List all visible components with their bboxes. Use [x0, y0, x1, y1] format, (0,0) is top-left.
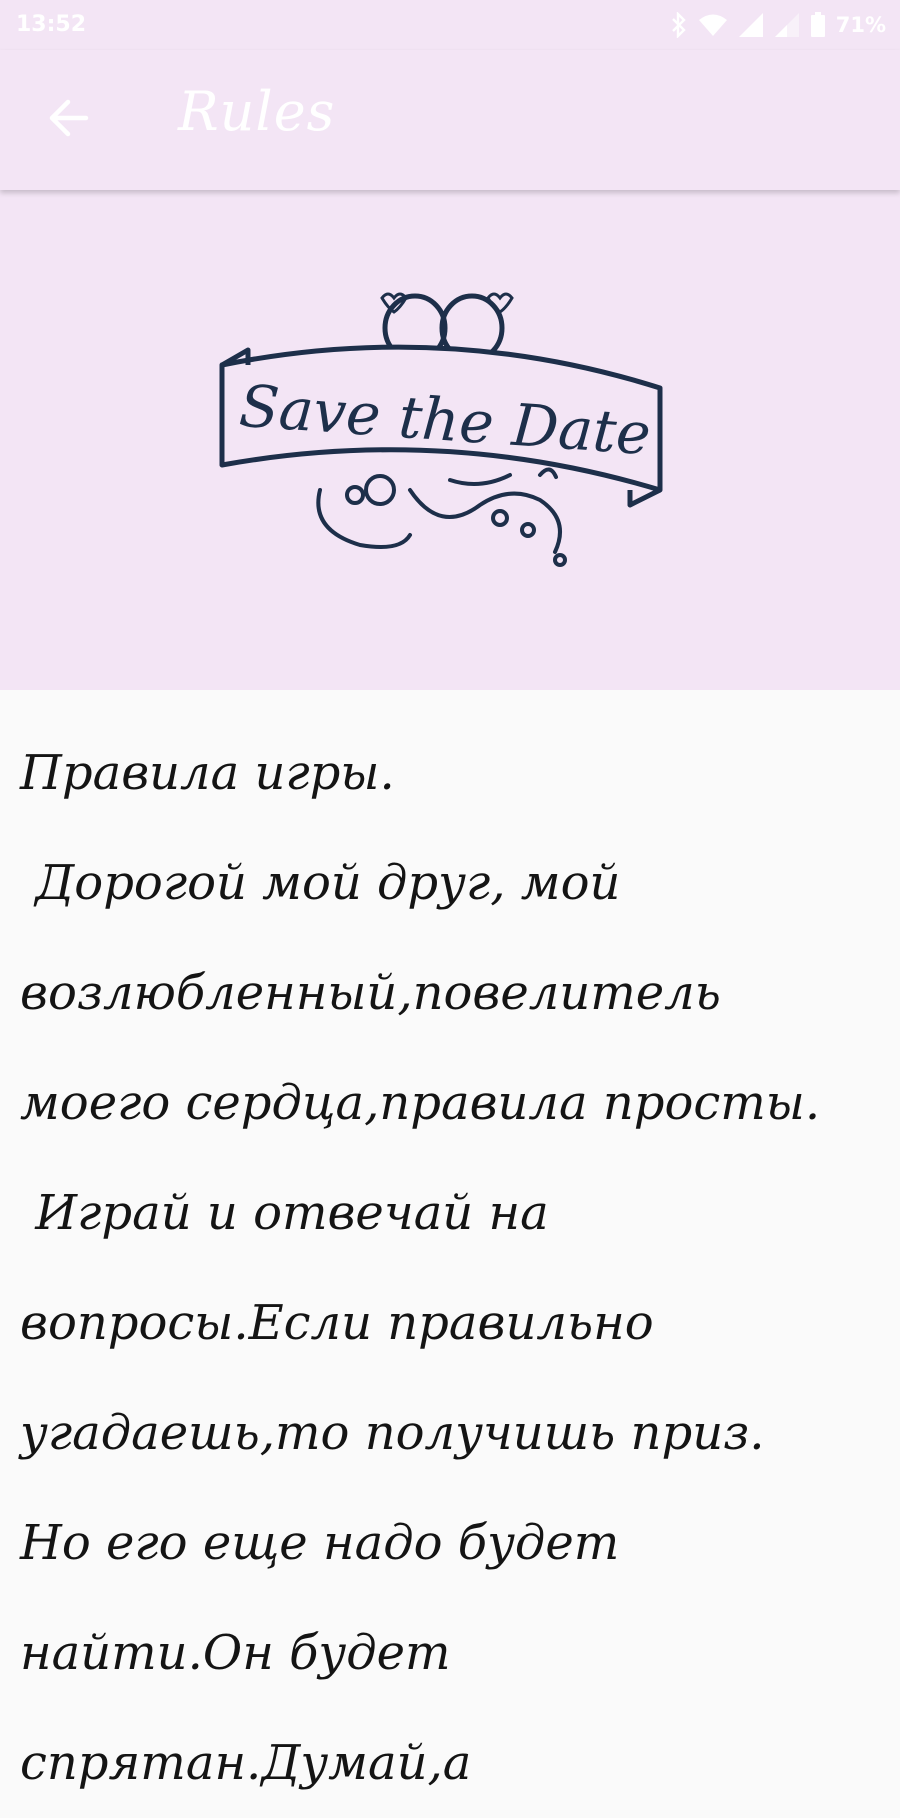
wifi-icon [698, 13, 728, 37]
status-icons: 71% [670, 10, 886, 40]
signal-icon [738, 12, 764, 38]
rules-content: Правила игры. Дорогой мой друг, мой возл… [0, 690, 900, 1791]
rules-text: Правила игры. Дорогой мой друг, мой возл… [20, 745, 821, 1791]
status-time: 13:52 [16, 12, 87, 37]
status-bar: 13:52 71% [0, 0, 900, 50]
signal-weak-icon [774, 12, 800, 38]
save-the-date-banner: Save the Date [0, 190, 900, 690]
bluetooth-icon [670, 12, 688, 38]
back-button[interactable] [40, 92, 96, 148]
battery-percent: 71% [835, 13, 886, 37]
arrow-back-icon [46, 98, 90, 143]
battery-icon [810, 12, 826, 38]
save-the-date-illustration: Save the Date [219, 292, 663, 567]
page-title: Rules [178, 80, 336, 143]
floral-ornament-icon [316, 467, 567, 567]
app-bar: Rules [0, 50, 900, 190]
